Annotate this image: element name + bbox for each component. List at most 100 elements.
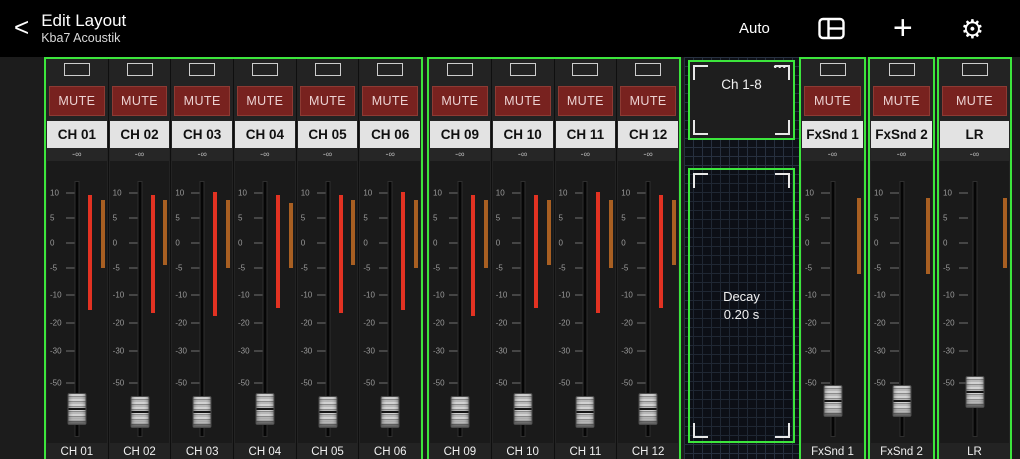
scale-tick: -10 [363, 291, 389, 300]
scale-tick-mark [890, 267, 899, 269]
fader[interactable]: 10 5 0 -5 -10 -20 -30 -50 [618, 161, 678, 443]
fader-handle[interactable] [130, 395, 149, 428]
channel-name[interactable]: CH 03 [172, 121, 233, 148]
scale-tick: -5 [621, 263, 647, 272]
scale-tick: -30 [621, 346, 647, 355]
mute-button[interactable]: MUTE [49, 86, 105, 116]
channel-name[interactable]: CH 01 [47, 121, 107, 148]
channel-strip: MUTE CH 09 -∞ 10 5 0 -5 -10 -20 -30 -50 CH 09 [429, 59, 492, 459]
strip-bottom-label: CH 02 [123, 446, 156, 458]
mute-button[interactable]: MUTE [432, 86, 488, 116]
channel-name[interactable]: CH 12 [618, 121, 678, 148]
scale-tick-label: 10 [112, 188, 122, 198]
scale-tick-mark [821, 294, 830, 296]
fader-handle[interactable] [965, 376, 984, 409]
channel-name[interactable]: CH 06 [360, 121, 421, 148]
scale-tick-mark [821, 242, 830, 244]
channel-name[interactable]: CH 04 [235, 121, 295, 148]
channel-name[interactable]: CH 05 [297, 121, 358, 148]
channel-bank-panel[interactable]: ••• Ch 1-8 [688, 60, 795, 140]
add-icon[interactable]: + [893, 11, 913, 45]
fader[interactable]: 10 5 0 -5 -10 -20 -30 -50 [802, 161, 863, 443]
scale-tick-label: -50 [175, 378, 187, 388]
fader-handle[interactable] [892, 384, 911, 417]
scale-tick-label: 5 [112, 213, 118, 223]
scale-tick-label: -5 [50, 263, 58, 273]
level-meter [596, 192, 601, 314]
mute-button[interactable]: MUTE [362, 86, 419, 116]
channel-name[interactable]: FxSnd 1 [802, 121, 863, 148]
scale-tick: 10 [238, 189, 264, 198]
scale-tick-label: 10 [495, 188, 505, 198]
channel-name[interactable]: LR [940, 121, 1009, 148]
fader[interactable]: 10 5 0 -5 -10 -20 -30 -50 [555, 161, 616, 443]
scale-tick: -30 [496, 346, 521, 355]
scale-tick-label: -5 [874, 263, 882, 273]
mute-button[interactable]: MUTE [942, 86, 1007, 116]
fader-value: -∞ [802, 148, 863, 161]
scale-tick-label: -50 [433, 378, 445, 388]
scale-tick-label: 5 [363, 213, 368, 223]
channel-name[interactable]: CH 02 [109, 121, 170, 148]
fader-handle[interactable] [823, 384, 842, 417]
fader[interactable]: 10 5 0 -5 -10 -20 -30 -50 [297, 161, 358, 443]
mute-button[interactable]: MUTE [804, 86, 861, 116]
scale-tick-label: -30 [175, 346, 187, 355]
fader-handle[interactable] [450, 395, 470, 428]
settings-icon[interactable]: ⚙ [961, 16, 984, 42]
fader-handle[interactable] [575, 395, 595, 428]
level-meter [338, 194, 343, 314]
scale-tick: -5 [496, 263, 521, 272]
mute-button[interactable]: MUTE [557, 86, 614, 116]
peak-meter [857, 197, 861, 274]
channel-strip: MUTE CH 01 -∞ 10 5 0 -5 -10 -20 -30 -50 CH 01 [46, 59, 109, 459]
fader[interactable]: 10 5 0 -5 -10 -20 -30 -50 [109, 161, 170, 443]
peak-meter [163, 200, 168, 266]
scale-tick: 10 [175, 189, 201, 198]
channel-group-1-6: MUTE CH 01 -∞ 10 5 0 -5 -10 -20 -30 -50 CH 01 M… [44, 57, 423, 459]
fader[interactable]: 10 5 0 -5 -10 -20 -30 -50 [172, 161, 233, 443]
scale-tick-label: 0 [433, 238, 438, 248]
scale-tick-label: 10 [943, 188, 952, 198]
auto-button[interactable]: Auto [739, 20, 770, 37]
strip-bottom-label: CH 03 [185, 446, 219, 458]
fader[interactable]: 10 5 0 -5 -10 -20 -30 -50 [871, 161, 932, 443]
scale-tick: -5 [50, 263, 75, 272]
strip-header-box [572, 63, 599, 76]
fader[interactable]: 10 5 0 -5 -10 -20 -30 -50 [235, 161, 295, 443]
fader-handle[interactable] [513, 393, 533, 426]
mute-button[interactable]: MUTE [494, 86, 551, 116]
fader-handle[interactable] [318, 395, 338, 428]
fader[interactable]: 10 5 0 -5 -10 -20 -30 -50 [430, 161, 490, 443]
channel-name[interactable]: CH 10 [492, 121, 553, 148]
scale-tick-label: 10 [363, 188, 373, 198]
scale-tick: -50 [113, 378, 138, 387]
mute-button[interactable]: MUTE [174, 86, 231, 116]
fader-handle[interactable] [255, 393, 275, 426]
back-button[interactable]: < Edit Layout Kba7 Acoustik [14, 11, 126, 46]
channel-name[interactable]: FxSnd 2 [871, 121, 932, 148]
level-meter [533, 194, 538, 308]
mute-button[interactable]: MUTE [873, 86, 930, 116]
decay-panel[interactable]: Decay 0.20 s [688, 168, 795, 443]
mute-button[interactable]: MUTE [299, 86, 356, 116]
mute-button[interactable]: MUTE [111, 86, 168, 116]
channel-name[interactable]: CH 11 [555, 121, 616, 148]
scale-tick-label: -10 [558, 290, 571, 300]
fader[interactable]: 10 5 0 -5 -10 -20 -30 -50 [47, 161, 107, 443]
fader-value: -∞ [297, 148, 358, 161]
mute-button[interactable]: MUTE [620, 86, 676, 116]
layout-icon[interactable] [818, 17, 845, 40]
fader-handle[interactable] [638, 393, 658, 426]
scale-tick-label: 0 [238, 238, 243, 248]
decay-value: 0.20 s [723, 306, 760, 322]
channel-name[interactable]: CH 09 [430, 121, 490, 148]
fader-handle[interactable] [192, 395, 212, 428]
fader[interactable]: 10 5 0 -5 -10 -20 -30 -50 [940, 161, 1009, 443]
fader-handle[interactable] [67, 393, 87, 426]
fader-handle[interactable] [380, 395, 400, 428]
fader[interactable]: 10 5 0 -5 -10 -20 -30 -50 [360, 161, 421, 443]
scale-tick-label: -30 [805, 346, 817, 355]
mute-button[interactable]: MUTE [237, 86, 293, 116]
fader[interactable]: 10 5 0 -5 -10 -20 -30 -50 [492, 161, 553, 443]
